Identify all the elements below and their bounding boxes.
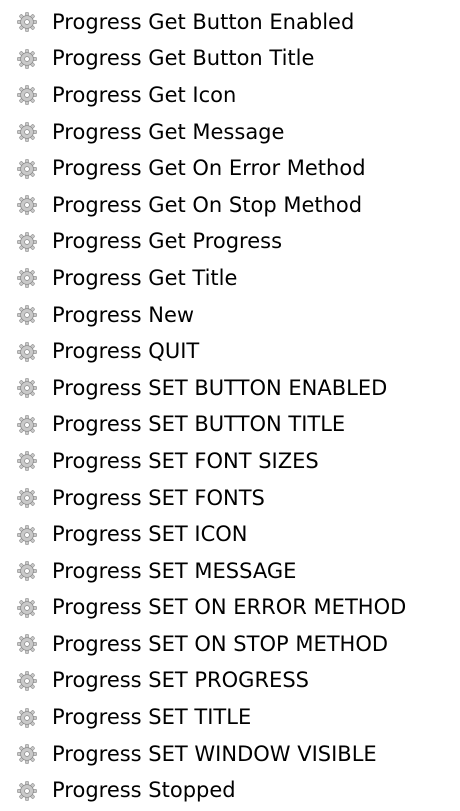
list-item[interactable]: Progress SET BUTTON TITLE	[16, 407, 460, 444]
item-label: Progress QUIT	[52, 339, 200, 364]
method-list: Progress Get Button Enabled Progress Get…	[16, 4, 460, 809]
list-item[interactable]: Progress Get Progress	[16, 224, 460, 261]
list-item[interactable]: Progress SET ON STOP METHOD	[16, 626, 460, 663]
gear-icon	[16, 48, 38, 70]
gear-icon	[16, 524, 38, 546]
item-label: Progress SET PROGRESS	[52, 668, 309, 693]
list-item[interactable]: Progress Get Message	[16, 114, 460, 151]
list-item[interactable]: Progress Get Icon	[16, 77, 460, 114]
item-label: Progress Get On Stop Method	[52, 192, 363, 217]
gear-icon	[16, 121, 38, 143]
gear-icon	[16, 633, 38, 655]
gear-icon	[16, 707, 38, 729]
item-label: Progress Get Button Enabled	[52, 9, 355, 34]
gear-icon	[16, 158, 38, 180]
gear-icon	[16, 560, 38, 582]
gear-icon	[16, 194, 38, 216]
list-item[interactable]: Progress Stopped	[16, 772, 460, 809]
gear-icon	[16, 414, 38, 436]
gear-icon	[16, 231, 38, 253]
item-label: Progress SET ICON	[52, 522, 248, 547]
gear-icon	[16, 377, 38, 399]
list-item[interactable]: Progress Get On Stop Method	[16, 187, 460, 224]
list-item[interactable]: Progress Get Title	[16, 260, 460, 297]
gear-icon	[16, 450, 38, 472]
item-label: Progress Get Button Title	[52, 46, 315, 71]
item-label: Progress SET TITLE	[52, 705, 252, 730]
gear-icon	[16, 743, 38, 765]
item-label: Progress New	[52, 302, 195, 327]
gear-icon	[16, 267, 38, 289]
item-label: Progress SET FONTS	[52, 485, 265, 510]
gear-icon	[16, 780, 38, 802]
list-item[interactable]: Progress SET ON ERROR METHOD	[16, 590, 460, 627]
list-item[interactable]: Progress SET TITLE	[16, 699, 460, 736]
item-label: Progress SET MESSAGE	[52, 558, 297, 583]
gear-icon	[16, 84, 38, 106]
list-item[interactable]: Progress SET BUTTON ENABLED	[16, 370, 460, 407]
item-label: Progress Stopped	[52, 778, 236, 803]
list-item[interactable]: Progress SET FONTS	[16, 480, 460, 517]
item-label: Progress Get Message	[52, 119, 285, 144]
list-item[interactable]: Progress New	[16, 297, 460, 334]
gear-icon	[16, 304, 38, 326]
list-item[interactable]: Progress SET PROGRESS	[16, 663, 460, 700]
gear-icon	[16, 670, 38, 692]
list-item[interactable]: Progress SET FONT SIZES	[16, 443, 460, 480]
gear-icon	[16, 597, 38, 619]
item-label: Progress Get Icon	[52, 82, 237, 107]
item-label: Progress SET FONT SIZES	[52, 448, 319, 473]
item-label: Progress SET BUTTON TITLE	[52, 412, 346, 437]
gear-icon	[16, 487, 38, 509]
gear-icon	[16, 11, 38, 33]
gear-icon	[16, 341, 38, 363]
item-label: Progress SET ON ERROR METHOD	[52, 595, 407, 620]
list-item[interactable]: Progress QUIT	[16, 333, 460, 370]
list-item[interactable]: Progress Get On Error Method	[16, 150, 460, 187]
list-item[interactable]: Progress Get Button Title	[16, 41, 460, 78]
item-label: Progress SET BUTTON ENABLED	[52, 375, 388, 400]
item-label: Progress SET ON STOP METHOD	[52, 631, 389, 656]
list-item[interactable]: Progress SET WINDOW VISIBLE	[16, 736, 460, 773]
item-label: Progress SET WINDOW VISIBLE	[52, 741, 377, 766]
list-item[interactable]: Progress SET ICON	[16, 516, 460, 553]
item-label: Progress Get On Error Method	[52, 156, 366, 181]
item-label: Progress Get Progress	[52, 229, 283, 254]
list-item[interactable]: Progress SET MESSAGE	[16, 553, 460, 590]
item-label: Progress Get Title	[52, 265, 238, 290]
list-item[interactable]: Progress Get Button Enabled	[16, 4, 460, 41]
